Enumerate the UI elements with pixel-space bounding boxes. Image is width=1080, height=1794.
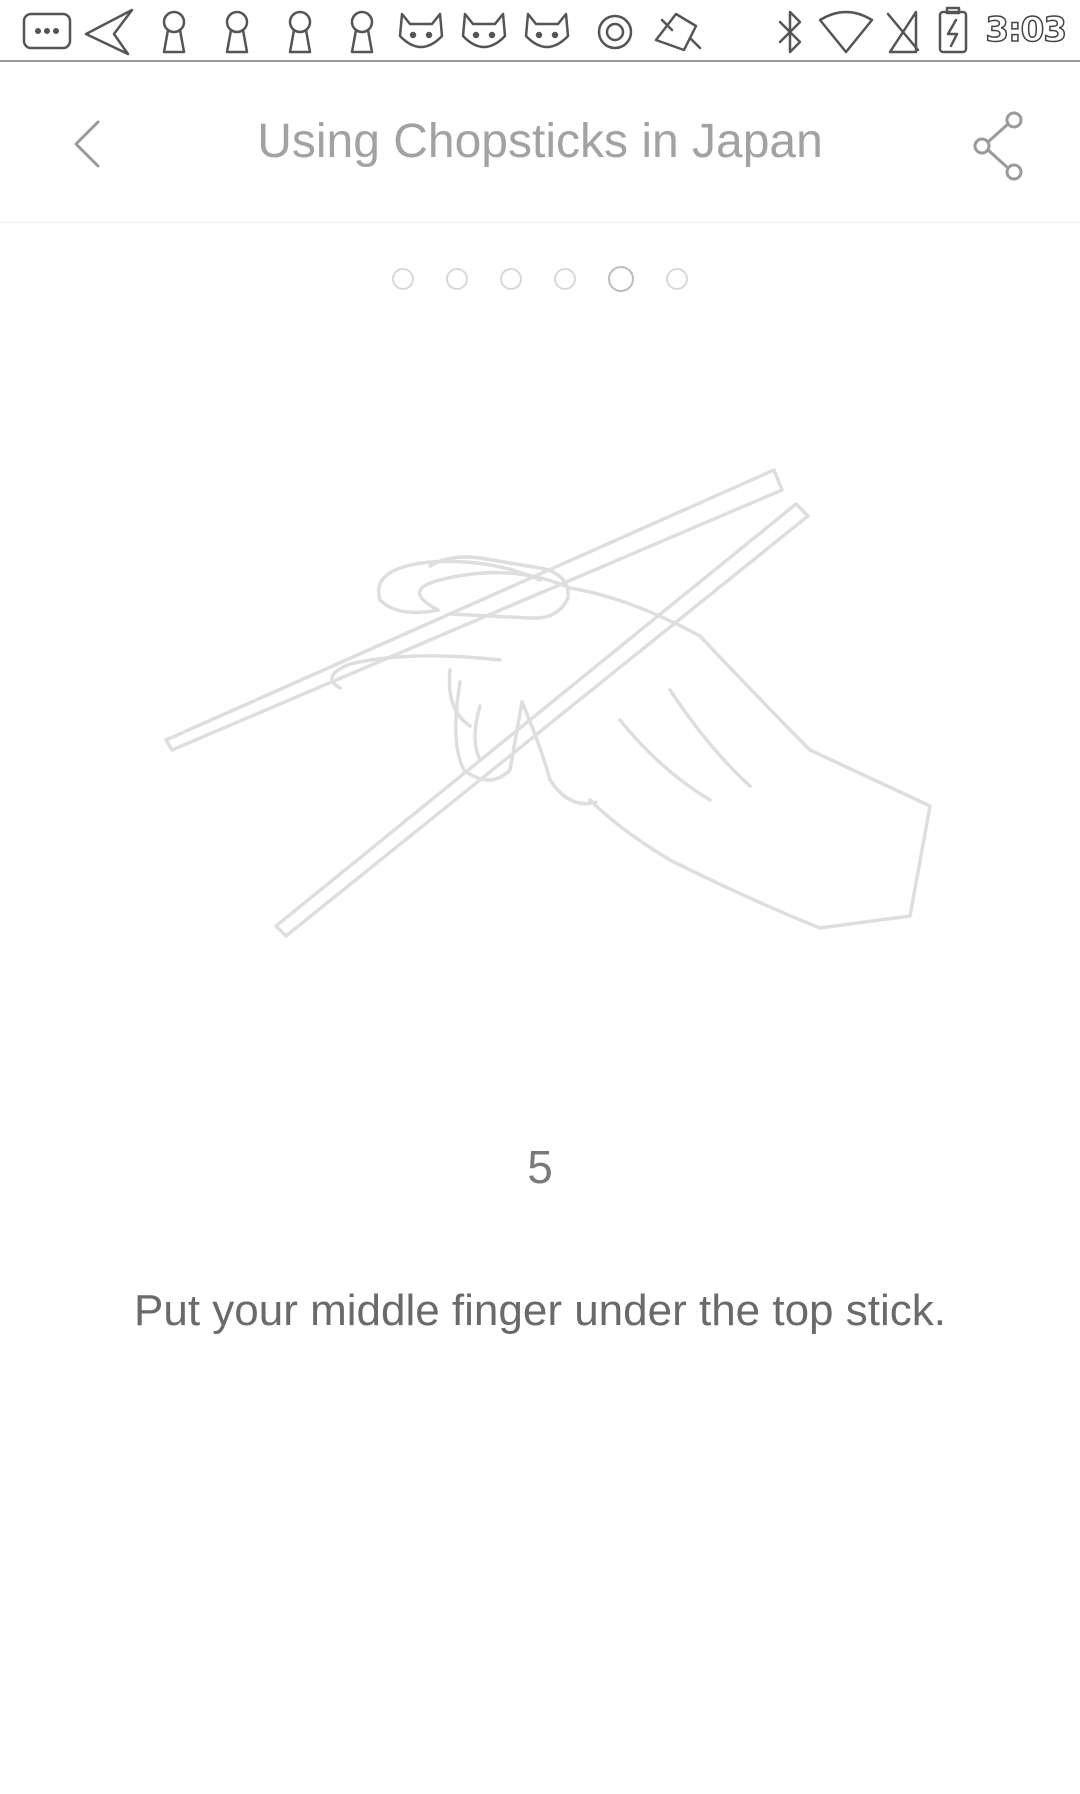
page-dot[interactable]	[666, 268, 688, 290]
step-number: 5	[527, 1141, 553, 1193]
status-time: 3:03	[985, 9, 1068, 51]
battery-charging-icon	[938, 6, 968, 54]
status-bar: 3:03	[0, 0, 1080, 62]
cat-face-icon	[524, 12, 570, 49]
page-dot[interactable]	[392, 268, 414, 290]
cat-face-icon	[398, 12, 444, 49]
hand-chopsticks-illustration	[164, 468, 932, 938]
page-title: Using Chopsticks in Japan	[257, 115, 823, 168]
keyhole-icon	[225, 10, 249, 54]
step-instruction: Put your middle finger under the top sti…	[134, 1286, 946, 1335]
page-dot-active[interactable]	[608, 266, 634, 292]
app-bar: Using Chopsticks in Japan	[0, 62, 1080, 223]
bluetooth-icon	[778, 10, 802, 54]
keyhole-icon	[350, 10, 374, 54]
status-icons	[22, 6, 968, 56]
game-pad-icon	[654, 12, 702, 52]
cat-face-icon	[461, 12, 507, 49]
message-bubble-icon	[22, 12, 72, 50]
keyhole-icon	[162, 10, 186, 54]
send-icon	[84, 8, 134, 56]
share-button[interactable]	[956, 100, 1040, 184]
page-dot[interactable]	[554, 268, 576, 290]
share-icon	[973, 111, 1023, 181]
page-indicator	[0, 266, 1080, 292]
wifi-icon	[818, 10, 874, 54]
page-dot[interactable]	[500, 268, 522, 290]
no-signal-icon	[886, 10, 920, 54]
chevron-left-icon	[74, 120, 100, 168]
page-dot[interactable]	[446, 268, 468, 290]
circle-record-icon	[597, 14, 633, 50]
back-button[interactable]	[48, 102, 128, 182]
keyhole-icon	[288, 10, 312, 54]
